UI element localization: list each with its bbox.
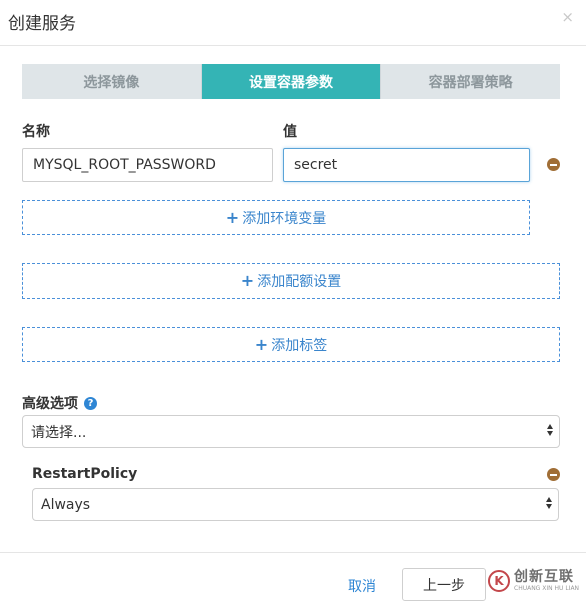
- watermark-en-text: CHUANG XIN HU LIAN: [514, 585, 580, 592]
- dialog-title: 创建服务: [8, 14, 76, 34]
- add-quota-label: 添加配额设置: [257, 274, 342, 290]
- add-env-label: 添加环境变量: [242, 210, 327, 227]
- watermark-logo-icon: K: [488, 570, 510, 592]
- restart-policy-select[interactable]: Always: [32, 488, 559, 521]
- env-name-header: 名称: [22, 124, 50, 140]
- close-icon[interactable]: ×: [561, 10, 574, 25]
- previous-step-button[interactable]: 上一步: [402, 568, 486, 601]
- select-arrows-icon: [547, 424, 553, 436]
- step-tabs: 选择镜像 设置容器参数 容器部署策略: [22, 64, 561, 99]
- restart-policy-value: Always: [41, 496, 91, 513]
- watermark-cn-text: 创新互联: [514, 569, 574, 585]
- advanced-options-label: 高级选项 ?: [22, 393, 97, 413]
- advanced-options-select[interactable]: 请选择...: [22, 415, 560, 448]
- cancel-button[interactable]: 取消: [348, 576, 376, 596]
- plus-icon: +: [225, 207, 240, 227]
- env-value-header: 值: [283, 124, 297, 140]
- restart-policy-label: RestartPolicy: [32, 466, 138, 482]
- step-select-image[interactable]: 选择镜像: [22, 64, 202, 99]
- env-name-input[interactable]: MYSQL_ROOT_PASSWORD: [22, 148, 273, 182]
- add-label-button[interactable]: + 添加标签: [22, 327, 560, 362]
- select-arrows-icon: [546, 497, 552, 509]
- add-env-button[interactable]: + 添加环境变量: [22, 200, 530, 235]
- add-label-label: 添加标签: [271, 337, 328, 354]
- remove-restart-policy-icon[interactable]: [547, 468, 560, 481]
- env-value-input[interactable]: secret: [283, 148, 530, 182]
- step-container-params[interactable]: 设置容器参数: [201, 64, 382, 99]
- advanced-options-value: 请选择...: [31, 424, 87, 441]
- watermark: K 创新互联 CHUANG XIN HU LIAN: [488, 570, 579, 592]
- remove-env-icon[interactable]: [547, 158, 560, 171]
- plus-icon: +: [240, 271, 255, 290]
- help-icon[interactable]: ?: [84, 396, 97, 410]
- plus-icon: +: [254, 334, 269, 354]
- step-deploy-strategy[interactable]: 容器部署策略: [381, 64, 561, 99]
- dialog-header: 创建服务 ×: [0, 0, 586, 46]
- advanced-options-text: 高级选项: [22, 396, 78, 412]
- add-quota-button[interactable]: + 添加配额设置: [22, 263, 560, 299]
